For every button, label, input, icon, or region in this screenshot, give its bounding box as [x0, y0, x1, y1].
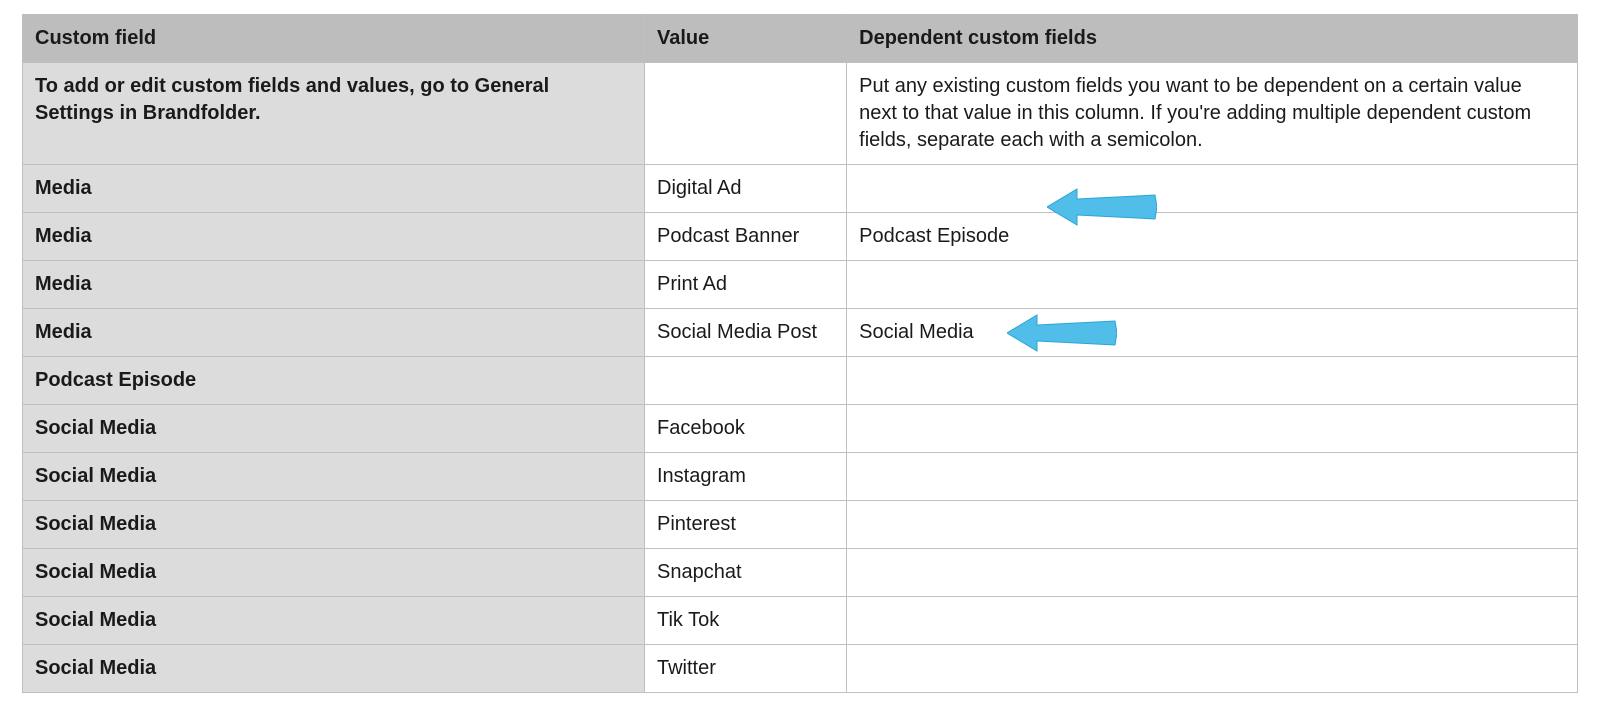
cell-custom-field: Social Media: [23, 549, 645, 597]
cell-value: Instagram: [645, 453, 847, 501]
cell-custom-field: Social Media: [23, 405, 645, 453]
table-row: Social MediaTik Tok: [23, 597, 1578, 645]
cell-custom-field: Media: [23, 213, 645, 261]
cell-dependent: [847, 357, 1578, 405]
cell-custom-field: Podcast Episode: [23, 357, 645, 405]
table-row: Podcast Episode: [23, 357, 1578, 405]
cell-dependent: [847, 597, 1578, 645]
header-value: Value: [645, 15, 847, 63]
table-row: MediaDigital Ad: [23, 165, 1578, 213]
cell-value: Facebook: [645, 405, 847, 453]
cell-value: Pinterest: [645, 501, 847, 549]
table-row: Social MediaFacebook: [23, 405, 1578, 453]
cell-dependent: [847, 453, 1578, 501]
cell-value: Tik Tok: [645, 597, 847, 645]
cell-custom-field: Social Media: [23, 645, 645, 693]
cell-custom-field: To add or edit custom fields and values,…: [23, 63, 645, 165]
cell-dependent-text: Put any existing custom fields you want …: [859, 75, 1531, 151]
cell-dependent: [847, 501, 1578, 549]
cell-value: [645, 357, 847, 405]
cell-custom-field: Social Media: [23, 597, 645, 645]
table-row: MediaPrint Ad: [23, 261, 1578, 309]
table-row: Social MediaInstagram: [23, 453, 1578, 501]
cell-dependent-text: Podcast Episode: [859, 225, 1009, 247]
cell-dependent: Put any existing custom fields you want …: [847, 63, 1578, 165]
cell-dependent: [847, 645, 1578, 693]
table-row: MediaSocial Media Post Social Media: [23, 309, 1578, 357]
cell-dependent: Social Media: [847, 309, 1578, 357]
cell-value: [645, 63, 847, 165]
cell-value: Snapchat: [645, 549, 847, 597]
cell-value: Podcast Banner: [645, 213, 847, 261]
cell-custom-field: Media: [23, 165, 645, 213]
cell-dependent: [847, 405, 1578, 453]
cell-dependent: Podcast Episode: [847, 213, 1578, 261]
cell-custom-field: Media: [23, 261, 645, 309]
cell-dependent-text: Social Media: [859, 321, 974, 343]
cell-custom-field: Media: [23, 309, 645, 357]
cell-value: Digital Ad: [645, 165, 847, 213]
table-row: To add or edit custom fields and values,…: [23, 63, 1578, 165]
table-row: MediaPodcast Banner Podcast Episode: [23, 213, 1578, 261]
cell-custom-field: Social Media: [23, 501, 645, 549]
table-row: Social MediaTwitter: [23, 645, 1578, 693]
table-header-row: Custom field Value Dependent custom fiel…: [23, 15, 1578, 63]
cell-dependent: [847, 165, 1578, 213]
cell-custom-field: Social Media: [23, 453, 645, 501]
table-row: Social MediaSnapchat: [23, 549, 1578, 597]
header-dependent: Dependent custom fields: [847, 15, 1578, 63]
annotation-arrow-icon: [1007, 311, 1117, 355]
header-custom-field: Custom field: [23, 15, 645, 63]
cell-dependent: [847, 549, 1578, 597]
table-row: Social MediaPinterest: [23, 501, 1578, 549]
cell-value: Social Media Post: [645, 309, 847, 357]
custom-fields-table: Custom field Value Dependent custom fiel…: [22, 14, 1578, 693]
cell-value: Print Ad: [645, 261, 847, 309]
cell-dependent: [847, 261, 1578, 309]
cell-value: Twitter: [645, 645, 847, 693]
